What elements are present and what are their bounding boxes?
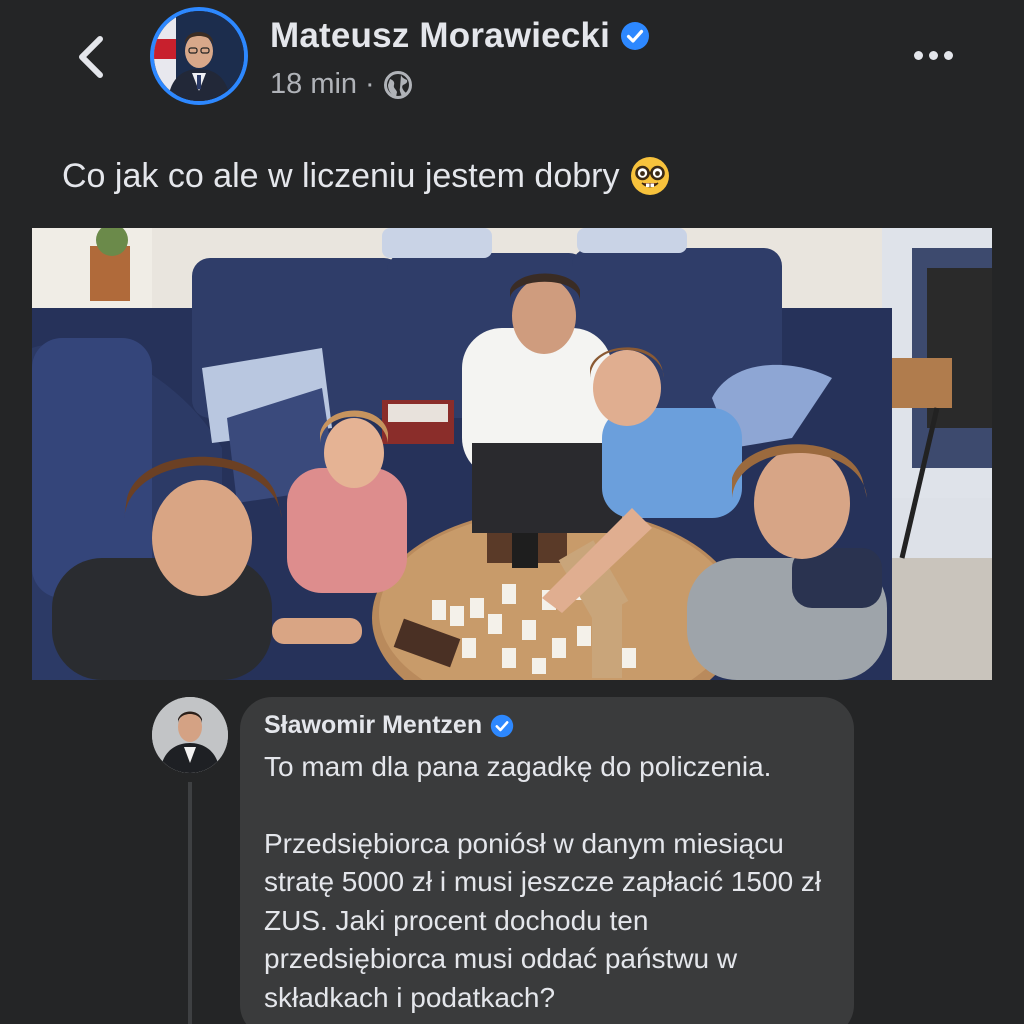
verified-badge-icon <box>620 21 650 51</box>
more-dots-icon <box>913 50 923 60</box>
verified-badge-icon <box>490 714 514 738</box>
comment-author[interactable]: Sławomir Mentzen <box>264 711 830 740</box>
post-text: Co jak co ale w liczeniu jestem dobry <box>62 155 671 197</box>
post-screen: Mateusz Morawiecki 18 min · Co jak co al… <box>0 0 1024 1024</box>
post-meta: 18 min · <box>270 68 413 101</box>
post-photo[interactable] <box>32 228 992 680</box>
more-dot <box>928 50 938 60</box>
commenter-avatar-picture <box>152 697 228 773</box>
more-options-button[interactable] <box>908 40 958 70</box>
comment-author-name[interactable]: Sławomir Mentzen <box>264 711 482 740</box>
more-dot <box>943 50 953 60</box>
post-author-name[interactable]: Mateusz Morawiecki <box>270 16 610 56</box>
author-avatar-picture <box>154 11 244 101</box>
family-game-photo <box>32 228 992 680</box>
nerd-face-emoji-icon <box>629 155 671 197</box>
back-chevron-icon <box>79 36 103 78</box>
comment-bubble[interactable]: Sławomir Mentzen To mam dla pana zagadkę… <box>240 697 854 1024</box>
comment-thread-line <box>188 782 192 1024</box>
comment-paragraph: To mam dla pana zagadkę do policzenia. <box>264 751 772 782</box>
meta-separator: · <box>365 68 375 100</box>
author-avatar[interactable] <box>150 7 248 105</box>
post-author[interactable]: Mateusz Morawiecki <box>270 16 650 56</box>
commenter-avatar[interactable] <box>152 697 228 773</box>
comment-text: To mam dla pana zagadkę do policzenia. P… <box>264 748 830 1017</box>
back-button[interactable] <box>66 30 116 84</box>
post-text-content: Co jak co ale w liczeniu jestem dobry <box>62 156 620 195</box>
globe-icon <box>383 70 413 100</box>
comment-paragraph: Przedsiębiorca poniósł w danym miesiącu … <box>264 827 822 1013</box>
post-time[interactable]: 18 min <box>270 68 357 101</box>
